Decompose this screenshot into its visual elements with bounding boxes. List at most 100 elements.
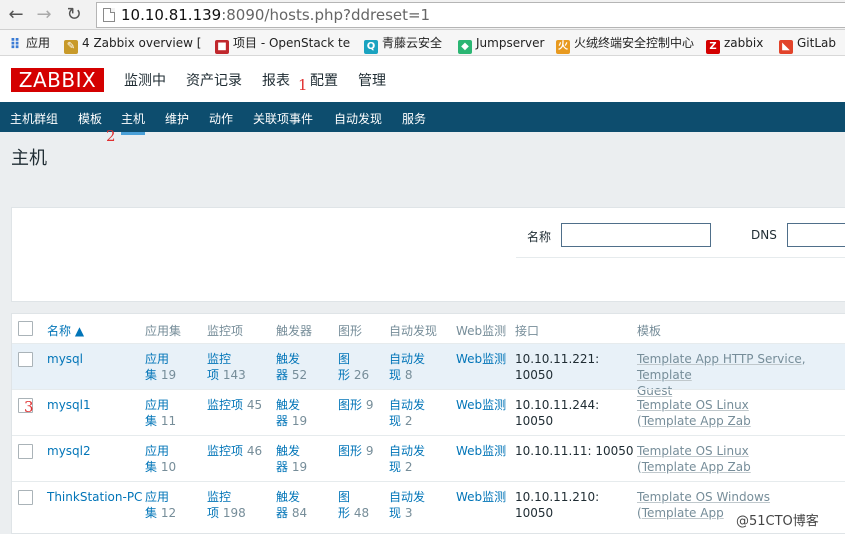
triggers-count: 84 bbox=[291, 506, 308, 520]
back-arrow-icon[interactable]: ← bbox=[6, 5, 26, 25]
template-link[interactable]: Template bbox=[637, 368, 692, 382]
graphs-link[interactable]: 图形 bbox=[338, 398, 362, 412]
bookmark-zabbix-overview[interactable]: ✎ 4 Zabbix overview [ bbox=[64, 35, 201, 54]
filter-name-label: 名称 bbox=[527, 230, 552, 244]
discovery-count: 8 bbox=[404, 368, 413, 382]
graphs-link[interactable]: 图 形 bbox=[338, 352, 350, 382]
web-link[interactable]: Web监测 bbox=[456, 443, 506, 459]
menu-administration[interactable]: 管理 bbox=[358, 70, 386, 90]
subnav-hosts[interactable]: 主机 bbox=[121, 110, 146, 135]
graphs-link[interactable]: 图 形 bbox=[338, 490, 350, 520]
graphs-count: 48 bbox=[353, 506, 370, 520]
hosts-table: 名称 ▲ 应用集 监控项 触发器 图形 自动发现 Web监测 接口 模板 mys… bbox=[11, 313, 845, 534]
interface-cell: 10.10.11.221: 10050 bbox=[515, 352, 600, 382]
select-all-checkbox[interactable] bbox=[18, 321, 33, 336]
applications-cell: 应用 集 12 bbox=[145, 489, 195, 521]
template-link[interactable]: Template App Zab bbox=[642, 460, 751, 474]
forward-arrow-icon[interactable]: → bbox=[34, 5, 54, 25]
template-link[interactable]: Template OS Linux bbox=[637, 444, 749, 458]
bookmark-zabbix[interactable]: Zzabbix bbox=[706, 35, 763, 54]
host-name-link[interactable]: ThinkStation-PC bbox=[47, 489, 142, 505]
host-name-link[interactable]: mysql2 bbox=[47, 443, 91, 459]
bookmark-huorong[interactable]: 火火绒终端安全控制中心 bbox=[556, 35, 694, 54]
graphs-cell: 图形 9 bbox=[338, 443, 388, 459]
url-text: 10.10.81.139:8090/hosts.php?ddreset=1 bbox=[121, 6, 431, 24]
graphs-link[interactable]: 图形 bbox=[338, 444, 362, 458]
subnav-event-correlation[interactable]: 关联项事件 bbox=[253, 110, 313, 127]
bookmark-gitlab[interactable]: ◣ GitLab bbox=[779, 35, 836, 54]
menu-monitoring[interactable]: 监测中 bbox=[124, 70, 166, 90]
filter-dns-input[interactable] bbox=[787, 223, 845, 247]
menu-configuration[interactable]: 配置 bbox=[310, 70, 338, 90]
discovery-cell: 自动发 现 2 bbox=[389, 397, 449, 429]
template-link[interactable]: Template App Zab bbox=[642, 414, 751, 428]
subnav-services[interactable]: 服务 bbox=[402, 110, 426, 127]
menu-inventory[interactable]: 资产记录 bbox=[186, 70, 242, 90]
graphs-cell: 图 形 48 bbox=[338, 489, 383, 521]
graphs-count: 26 bbox=[353, 368, 370, 382]
graphs-cell: 图 形 26 bbox=[338, 351, 383, 383]
subnav-actions[interactable]: 动作 bbox=[209, 110, 233, 127]
filter-dns-label: DNS bbox=[751, 228, 777, 242]
graphs-count: 9 bbox=[365, 444, 374, 458]
web-link[interactable]: Web监测 bbox=[456, 351, 506, 367]
page-title: 主机 bbox=[11, 148, 47, 169]
bookmark-qingteng[interactable]: Q 青藤云安全 bbox=[364, 35, 442, 54]
items-count: 46 bbox=[246, 444, 263, 458]
applications-cell: 应用 集 10 bbox=[145, 443, 195, 475]
triggers-count: 19 bbox=[291, 414, 308, 428]
interface-cell: 10.10.11.11: 10050 bbox=[515, 444, 634, 458]
subnav-templates[interactable]: 模板 bbox=[78, 110, 102, 127]
row-checkbox[interactable] bbox=[18, 352, 33, 367]
reload-icon[interactable]: ↻ bbox=[64, 5, 84, 25]
discovery-cell: 自动发 现 8 bbox=[389, 351, 449, 383]
subnav-maintenance[interactable]: 维护 bbox=[165, 110, 189, 127]
web-link[interactable]: Web监测 bbox=[456, 489, 506, 505]
col-header-interface: 接口 bbox=[515, 324, 540, 338]
template-link[interactable]: Template OS Linux bbox=[637, 398, 749, 412]
web-link[interactable]: Web监测 bbox=[456, 397, 506, 413]
menu-reports[interactable]: 报表 bbox=[262, 70, 290, 90]
subnav-discovery[interactable]: 自动发现 bbox=[334, 110, 382, 127]
graphs-count: 9 bbox=[365, 398, 374, 412]
openstack-icon: ■ bbox=[215, 40, 229, 54]
template-link[interactable]: Template OS Windows bbox=[637, 490, 770, 504]
discovery-cell: 自动发 现 2 bbox=[389, 443, 449, 475]
apps-grid-icon: ⠿ bbox=[9, 37, 21, 53]
interface-cell: 10.10.11.244: 10050 bbox=[515, 398, 600, 428]
subnav-host-groups[interactable]: 主机群组 bbox=[10, 110, 58, 127]
row-checkbox[interactable] bbox=[18, 444, 33, 459]
items-cell: 监控 项 143 bbox=[207, 351, 267, 383]
bookmark-apps[interactable]: ⠿ 应用 bbox=[8, 35, 50, 53]
page-icon bbox=[103, 8, 115, 22]
graphs-cell: 图形 9 bbox=[338, 397, 388, 413]
host-name-link[interactable]: mysql1 bbox=[47, 397, 91, 413]
applications-cell: 应用 集 19 bbox=[145, 351, 195, 383]
filter-panel: 名称 DNS bbox=[11, 207, 845, 302]
bookmark-openstack[interactable]: ■ 项目 - OpenStack te bbox=[215, 35, 350, 54]
col-header-triggers: 触发器 bbox=[276, 324, 313, 338]
templates-cell: Template OS Linux (Template App Zab bbox=[637, 397, 845, 429]
watermark: @51CTO博客 bbox=[736, 514, 819, 529]
col-header-discovery: 自动发现 bbox=[389, 324, 438, 338]
template-link[interactable]: Template App HTTP Service bbox=[637, 352, 802, 366]
zabbix-logo[interactable]: ZABBIX bbox=[11, 68, 104, 92]
qingteng-icon: Q bbox=[364, 40, 378, 54]
col-header-name[interactable]: 名称 ▲ bbox=[47, 322, 84, 339]
address-bar[interactable]: 10.10.81.139:8090/hosts.php?ddreset=1 bbox=[96, 2, 845, 28]
col-header-web: Web监测 bbox=[456, 324, 507, 338]
items-link[interactable]: 监控项 bbox=[207, 444, 243, 458]
template-link[interactable]: Template App bbox=[642, 506, 724, 520]
applications-count: 10 bbox=[160, 460, 177, 474]
huorong-icon: 火 bbox=[556, 40, 570, 54]
template-separator: , bbox=[801, 352, 806, 366]
table-row: mysql2 应用 集 10 监控项 46 触发 器 19 图形 9 自动发 现… bbox=[12, 435, 845, 481]
host-name-link[interactable]: mysql bbox=[47, 351, 83, 367]
bookmark-jumpserver[interactable]: ◆ Jumpserver bbox=[458, 35, 544, 54]
row-checkbox[interactable] bbox=[18, 490, 33, 505]
triggers-cell: 触发 器 19 bbox=[276, 397, 331, 429]
discovery-count: 2 bbox=[404, 414, 413, 428]
filter-name-input[interactable] bbox=[561, 223, 711, 247]
items-link[interactable]: 监控项 bbox=[207, 398, 243, 412]
items-count: 45 bbox=[246, 398, 263, 412]
